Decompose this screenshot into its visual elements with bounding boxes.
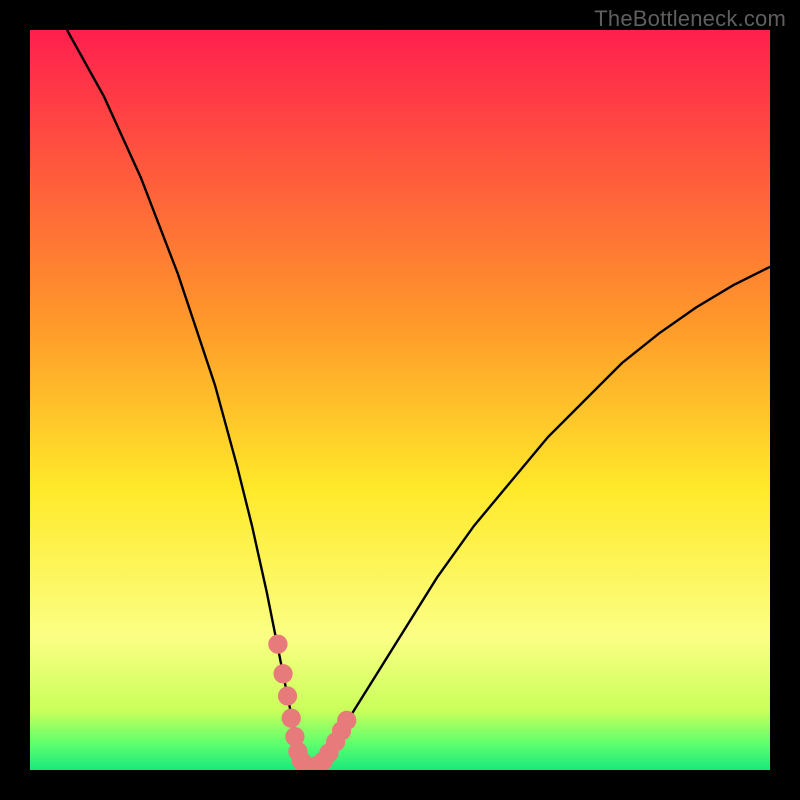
highlight-marker: [273, 664, 292, 683]
watermark-text: TheBottleneck.com: [594, 6, 786, 32]
plot-area: [30, 30, 770, 770]
highlight-marker: [268, 635, 287, 654]
highlight-marker: [282, 709, 301, 728]
highlight-marker: [337, 711, 356, 730]
highlight-marker: [278, 686, 297, 705]
bottleneck-chart: [30, 30, 770, 770]
chart-background: [30, 30, 770, 770]
chart-frame: TheBottleneck.com: [0, 0, 800, 800]
